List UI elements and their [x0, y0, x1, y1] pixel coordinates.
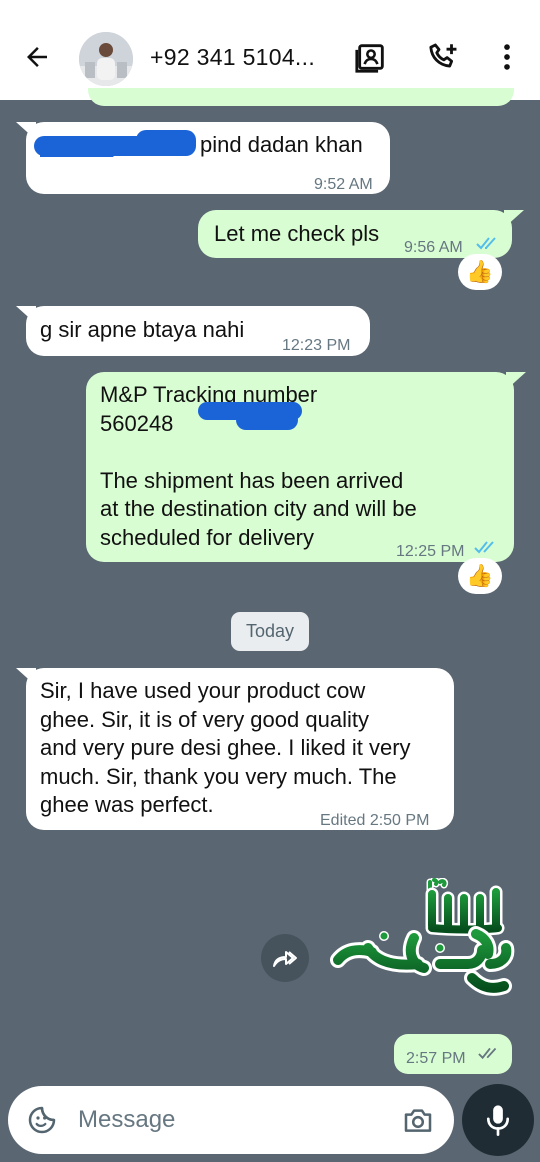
- message-time: 9:52 AM: [314, 176, 373, 193]
- date-separator: Today: [231, 612, 309, 651]
- message-bubble[interactable]: Let me check pls 9:56 AM: [198, 210, 512, 258]
- chat-header: +92 341 5104...: [0, 0, 540, 100]
- sticker-icon[interactable]: [26, 1104, 58, 1136]
- message-bubble[interactable]: g sir apne btaya nahi 12:23 PM: [26, 306, 370, 356]
- message-time: 2:57 PM: [406, 1050, 466, 1067]
- message-time: 12:23 PM: [282, 337, 351, 354]
- redaction-scribble: [236, 410, 298, 430]
- message-bubble[interactable]: M&P Tracking number 560248 The shipment …: [86, 372, 514, 562]
- forward-icon: [273, 951, 297, 967]
- message-time: Edited 2:50 PM: [320, 812, 430, 829]
- jazakallah-sticker[interactable]: [322, 878, 516, 998]
- read-ticks-icon: [478, 1047, 497, 1060]
- mic-button[interactable]: [462, 1084, 534, 1156]
- message-bubble[interactable]: Sir, I have used your product cow ghee. …: [26, 668, 454, 830]
- previous-message-edge: [88, 88, 514, 106]
- contact-card-icon[interactable]: [354, 40, 388, 74]
- read-ticks-icon: [474, 541, 494, 554]
- more-vertical-icon[interactable]: [490, 40, 524, 74]
- arrow-back-icon[interactable]: [22, 42, 52, 72]
- bubble-tail: [504, 210, 524, 228]
- message-text: Let me check pls: [214, 221, 380, 246]
- message-input[interactable]: [78, 1100, 378, 1140]
- reaction-badge[interactable]: 👍: [458, 254, 502, 290]
- message-text: Sir, I have used your product cow ghee. …: [40, 678, 411, 817]
- mic-icon: [486, 1105, 510, 1136]
- read-ticks-icon: [476, 237, 496, 250]
- message-text: pind dadan khan: [200, 132, 363, 157]
- bubble-tail: [16, 306, 36, 324]
- redaction-scribble: [136, 130, 196, 156]
- message-time: 9:56 AM: [404, 239, 463, 256]
- message-bubble[interactable]: 034151 pind dadan khan 9:52 AM: [26, 122, 390, 194]
- add-call-icon[interactable]: [426, 40, 460, 74]
- sticker-time-chip: 2:57 PM: [394, 1034, 512, 1074]
- message-composer: [8, 1086, 454, 1154]
- forward-button[interactable]: [261, 934, 309, 982]
- message-text: g sir apne btaya nahi: [40, 317, 245, 342]
- bubble-tail: [506, 372, 526, 390]
- camera-icon[interactable]: [402, 1104, 434, 1136]
- bubble-tail: [16, 668, 36, 686]
- message-time: 12:25 PM: [396, 543, 465, 560]
- contact-name[interactable]: +92 341 5104...: [150, 44, 315, 71]
- reaction-badge[interactable]: 👍: [458, 558, 502, 594]
- avatar[interactable]: [79, 32, 133, 86]
- bubble-tail: [16, 122, 36, 140]
